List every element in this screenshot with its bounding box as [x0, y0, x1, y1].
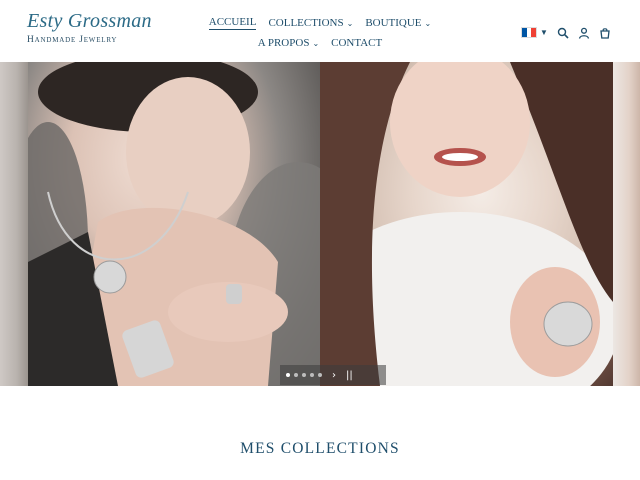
- chevron-down-icon: ⌄: [424, 18, 432, 28]
- logo-script-text: Esty Grossman: [27, 10, 152, 32]
- nav-item-boutique[interactable]: BOUTIQUE ⌄: [365, 17, 431, 29]
- slide-illustration: [28, 62, 320, 386]
- slide-dot-4[interactable]: [310, 373, 314, 377]
- slide-image-woman-ring: [320, 62, 613, 386]
- main-navigation: ACCUEIL COLLECTIONS ⌄ BOUTIQUE ⌄ A PROPO…: [200, 14, 440, 54]
- site-logo[interactable]: Esty Grossman Handmade Jewelry: [27, 10, 152, 50]
- nav-item-a-propos[interactable]: A PROPOS ⌄: [258, 37, 319, 49]
- nav-item-label: CONTACT: [331, 37, 383, 49]
- user-icon[interactable]: [578, 26, 590, 39]
- slide-dot-1[interactable]: [286, 373, 290, 377]
- chevron-down-icon: ⌄: [346, 18, 354, 28]
- slide-next-partial: [613, 62, 640, 386]
- nav-item-label: BOUTIQUE: [365, 17, 422, 29]
- nav-item-accueil[interactable]: ACCUEIL: [208, 16, 257, 30]
- cart-icon[interactable]: [599, 26, 611, 39]
- nav-item-collections[interactable]: COLLECTIONS ⌄: [268, 17, 353, 29]
- hero-slideshow[interactable]: › ||: [0, 62, 640, 386]
- logo-subtitle-text: Handmade Jewelry: [27, 35, 118, 45]
- nav-item-label: A PROPOS: [257, 37, 310, 49]
- pause-icon[interactable]: ||: [346, 370, 353, 381]
- nav-row-2: A PROPOS ⌄ CONTACT: [200, 34, 440, 52]
- nav-row-1: ACCUEIL COLLECTIONS ⌄ BOUTIQUE ⌄: [200, 14, 440, 32]
- slideshow-controls: › ||: [280, 365, 386, 385]
- nav-item-label: ACCUEIL: [208, 16, 257, 28]
- slide-dot-5[interactable]: [318, 373, 322, 377]
- slide-dot-3[interactable]: [302, 373, 306, 377]
- next-slide-icon[interactable]: ›: [332, 370, 336, 381]
- search-icon[interactable]: [557, 26, 569, 39]
- section-title-collections: MES COLLECTIONS: [240, 440, 400, 457]
- slide-image-woman-necklace: [28, 62, 320, 386]
- header-icons: ▼: [521, 24, 611, 40]
- nav-item-contact[interactable]: CONTACT: [331, 37, 382, 49]
- flag-france-icon[interactable]: [521, 26, 537, 38]
- slide-illustration: [320, 62, 613, 386]
- slide-previous-partial: [0, 62, 28, 386]
- slide-dot-2[interactable]: [294, 373, 298, 377]
- chevron-down-icon: ⌄: [312, 38, 320, 48]
- nav-item-label: COLLECTIONS: [268, 17, 344, 29]
- language-caret-icon[interactable]: ▼: [540, 28, 548, 37]
- site-header: Esty Grossman Handmade Jewelry ACCUEIL C…: [0, 0, 640, 62]
